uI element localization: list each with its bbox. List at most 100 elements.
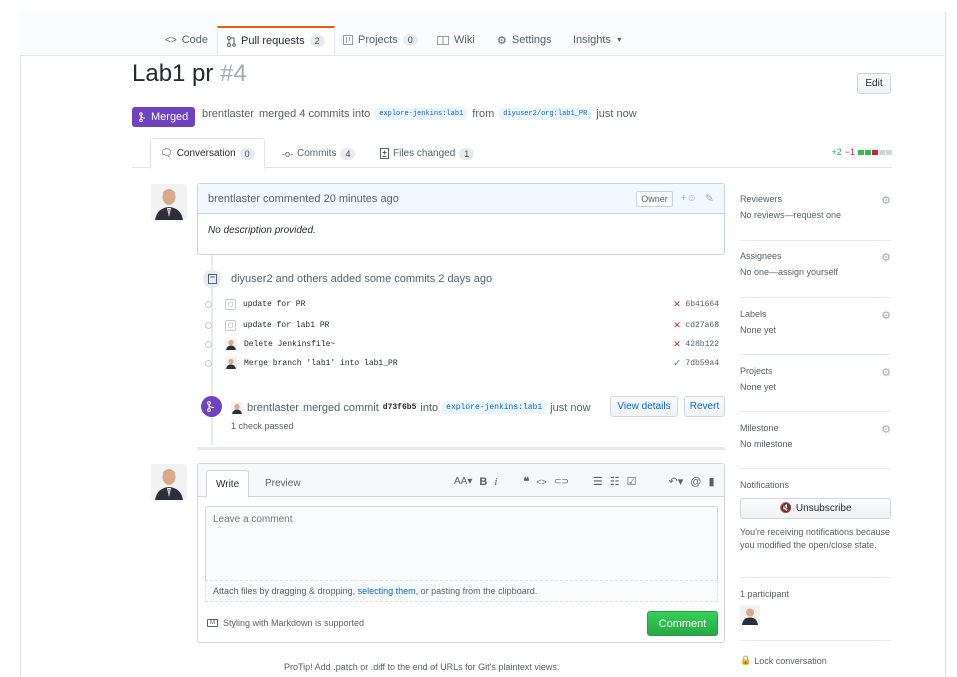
tab-code[interactable]: <> Code <box>165 26 208 54</box>
pr-author[interactable]: brentlaster <box>202 108 254 120</box>
mention-icon[interactable]: @ <box>690 476 701 488</box>
projects-heading[interactable]: Projects <box>740 366 891 376</box>
tab-files-changed[interactable]: Files changed 1 <box>380 138 475 169</box>
pr-meta: brentlaster merged 4 commits into explor… <box>202 108 637 120</box>
merge-sha[interactable]: d73f6b5 <box>383 403 417 412</box>
commit-message[interactable]: update for lab1 PR <box>243 321 329 330</box>
tab-conversation[interactable]: 🗨 Conversation 0 <box>150 138 265 169</box>
sidebar-reviewers: Reviewers No reviews—request one ⚙ <box>740 194 891 241</box>
commit-sha-text[interactable]: 6b41664 <box>685 300 719 309</box>
x-icon[interactable]: ✕ <box>674 297 681 311</box>
code-icon[interactable]: <> <box>536 477 547 487</box>
tab-conversation-label: Conversation <box>176 148 236 159</box>
lock-conversation[interactable]: 🔒 Lock conversation <box>740 655 827 666</box>
avatar[interactable] <box>151 184 187 220</box>
commit-sha-text[interactable]: 7db59a4 <box>685 359 719 368</box>
pr-merged-text: merged 4 commits into <box>258 108 371 120</box>
unordered-list-icon[interactable]: ☰ <box>593 475 603 488</box>
merge-into: into <box>420 401 439 414</box>
commit-message[interactable]: update for PR <box>243 300 305 309</box>
add-reaction-icon[interactable]: +☺ <box>681 193 697 204</box>
bold-icon[interactable]: B <box>479 476 487 488</box>
merge-author[interactable]: brentlaster <box>247 402 299 414</box>
text-size-icon[interactable]: AA▾ <box>454 476 472 487</box>
comment-submit-button[interactable]: Comment <box>647 611 718 636</box>
tab-settings[interactable]: ⚙ Settings <box>497 26 552 54</box>
head-branch[interactable]: diyuser2/org:lab1_PR <box>499 108 592 120</box>
assignees-heading[interactable]: Assignees <box>740 251 891 261</box>
tab-wiki[interactable]: Wiki <box>437 26 475 54</box>
code-icon: <> <box>165 34 177 46</box>
project-icon <box>343 35 353 45</box>
gear-icon[interactable]: ⚙ <box>881 366 891 379</box>
revert-button[interactable]: Revert <box>684 396 725 417</box>
reviewers-value[interactable]: No reviews—request one <box>740 210 891 220</box>
commit-message[interactable]: Merge branch 'lab1' into lab1_PR <box>244 359 398 368</box>
markdown-icon: M <box>207 619 218 627</box>
commit-row[interactable]: Delete Jenkinsfile~ ✕ 428b122 <box>205 335 725 353</box>
avatar[interactable] <box>225 357 237 369</box>
attach-files-bar[interactable]: Attach files by dragging & dropping, sel… <box>205 580 718 602</box>
comment-time[interactable]: 20 minutes ago <box>324 193 399 205</box>
check-icon[interactable]: ✓ <box>674 356 681 370</box>
sidebar-milestone: Milestone No milestone ⚙ <box>740 423 891 469</box>
commit-dot-icon <box>205 359 212 367</box>
base-branch[interactable]: explore-jenkins:lab1 <box>375 108 468 120</box>
sidebar-labels: Labels None yet ⚙ <box>740 309 891 355</box>
commit-row[interactable]: ◻ update for lab1 PR ✕ cd27a68 <box>205 316 725 334</box>
avatar[interactable] <box>225 338 237 350</box>
gear-icon: ⚙ <box>497 34 507 47</box>
repo-nav: <> Code Pull requests 2 Projects 0 Wiki … <box>20 12 946 56</box>
timeline-end-divider <box>197 447 725 450</box>
assignees-value[interactable]: No one—assign yourself <box>740 267 891 277</box>
select-files-link[interactable]: selecting them <box>358 586 416 596</box>
commit-sha-text[interactable]: 428b122 <box>685 340 719 349</box>
unsubscribe-button[interactable]: 🔇 Unsubscribe <box>740 498 891 519</box>
commit-row[interactable]: Merge branch 'lab1' into lab1_PR ✓ 7db59a4 <box>205 354 725 372</box>
quote-icon[interactable]: ❝ <box>523 475 529 488</box>
commit-sha-text[interactable]: cd27a68 <box>685 321 719 330</box>
gear-icon[interactable]: ⚙ <box>881 194 891 207</box>
tab-commits-label: Commits <box>297 148 337 159</box>
gear-icon[interactable]: ⚙ <box>881 251 891 264</box>
bookmark-icon[interactable]: ▮ <box>708 475 714 488</box>
pr-time: just now <box>596 108 637 120</box>
commit-row[interactable]: ◻ update for PR ✕ 6b41664 <box>205 295 725 313</box>
italic-icon[interactable]: i <box>494 476 497 488</box>
ordered-list-icon[interactable]: ☷ <box>610 475 620 488</box>
gear-icon[interactable]: ⚙ <box>881 309 891 322</box>
avatar[interactable] <box>231 401 243 414</box>
commits-count: 4 <box>340 147 356 160</box>
edit-button[interactable]: Edit <box>857 73 891 94</box>
milestone-heading[interactable]: Milestone <box>740 423 891 433</box>
diffstat: +2 −1 <box>831 147 892 157</box>
view-details-button[interactable]: View details <box>610 396 678 417</box>
tab-insights[interactable]: Insights ▼ <box>573 26 623 54</box>
merge-ref[interactable]: explore-jenkins:lab1 <box>442 401 547 414</box>
pencil-icon[interactable]: ✎ <box>705 192 714 205</box>
gear-icon[interactable]: ⚙ <box>881 423 891 436</box>
x-icon[interactable]: ✕ <box>674 337 681 351</box>
comment-box: brentlaster commented 20 minutes ago Own… <box>197 183 725 255</box>
comment-author[interactable]: brentlaster <box>208 193 260 205</box>
write-tab[interactable]: Write <box>206 470 250 498</box>
pr-from-text: from <box>472 108 495 120</box>
preview-tab[interactable]: Preview <box>265 478 301 489</box>
avatar[interactable] <box>740 605 760 625</box>
labels-heading[interactable]: Labels <box>740 309 891 319</box>
reply-icon[interactable]: ↶▾ <box>669 475 684 488</box>
tab-projects[interactable]: Projects 0 <box>343 26 418 54</box>
merge-time: just now <box>550 401 591 414</box>
x-icon[interactable]: ✕ <box>674 318 681 332</box>
avatar[interactable] <box>151 464 187 500</box>
link-icon[interactable]: ⊂⊃ <box>554 476 569 487</box>
markdown-note-text[interactable]: Styling with Markdown is supported <box>223 618 364 628</box>
comment-textarea[interactable] <box>205 506 718 580</box>
reviewers-heading[interactable]: Reviewers <box>740 194 891 204</box>
tab-commits[interactable]: -o- Commits 4 <box>282 138 356 169</box>
commit-message[interactable]: Delete Jenkinsfile~ <box>244 340 335 349</box>
tab-pull-requests[interactable]: Pull requests 2 <box>217 26 335 55</box>
comment-header: brentlaster commented 20 minutes ago Own… <box>198 184 724 214</box>
task-list-icon[interactable]: ☑ <box>627 475 637 488</box>
commit-author-icon: ◻ <box>225 319 236 331</box>
